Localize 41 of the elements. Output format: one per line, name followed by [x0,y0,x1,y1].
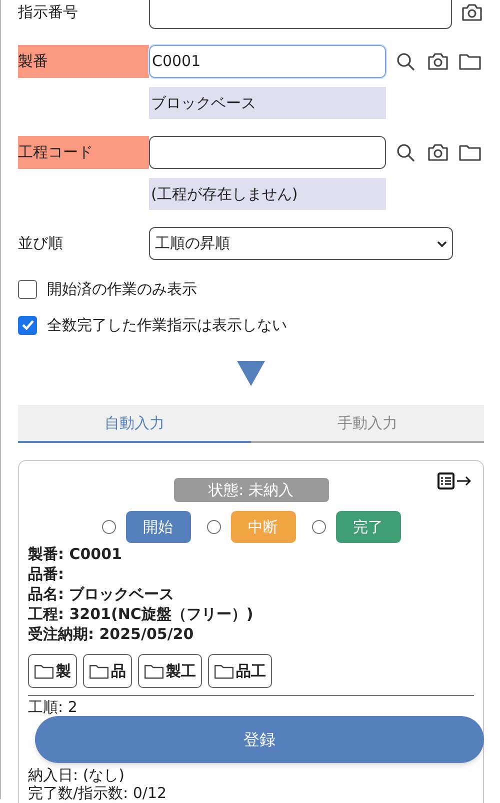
down-triangle-icon [237,361,265,386]
text-input[interactable] [148,0,452,29]
status-button[interactable]: 開始 [126,511,190,543]
field-label: 指示番号 [18,2,79,24]
folder-icon [89,663,109,679]
folder-icon [34,663,54,679]
folder-button[interactable]: 品工 [208,654,272,688]
info-line: 品名: ブロックベース [28,584,176,604]
info-line: 完了数/指示数: 0/12 [28,784,168,802]
folder-icon [214,663,234,679]
checkbox-label: 開始済の作業のみ表示 [47,278,197,300]
info-text: ブロックベース [149,87,386,119]
field-label: 製番 [18,45,149,78]
checkbox[interactable] [18,316,37,334]
folder-button[interactable]: 製 [28,654,77,688]
info-line: 製番: C0001 [28,544,123,564]
field-label: 並び順 [18,233,64,254]
folder-icon [144,663,164,679]
info-line: 納入日: (なし) [28,766,126,784]
list-arrow-icon[interactable] [437,472,471,490]
radio-button[interactable] [312,520,326,534]
checkmark-icon [20,318,34,332]
checkbox[interactable] [18,280,37,298]
info-text: (工程が存在しません) [149,178,386,210]
info-line: 工程: 3201(NC旋盤（フリー）) [28,604,254,624]
caret-icon [437,240,447,248]
tab[interactable]: 自動入力 [18,405,251,443]
status-badge: 状態: 未納入 [174,478,328,502]
radio-button[interactable] [206,520,220,534]
checkbox-label: 全数完了した作業指示は表示しない [47,314,287,336]
register-button[interactable]: 登録 [35,716,484,763]
info-line: 品番: [28,564,65,584]
sort-select[interactable]: 工順の昇順 [149,227,453,260]
text-input[interactable]: C0001 [149,45,386,78]
info-line: 受注納期: 2025/05/20 [28,624,195,644]
folder-button[interactable]: 品 [83,654,132,688]
folder-button[interactable]: 製工 [138,654,202,688]
field-label: 工程コード [18,136,149,169]
info-line: 工順: 2 [28,698,78,716]
text-input[interactable] [149,136,386,169]
radio-button[interactable] [102,520,116,534]
